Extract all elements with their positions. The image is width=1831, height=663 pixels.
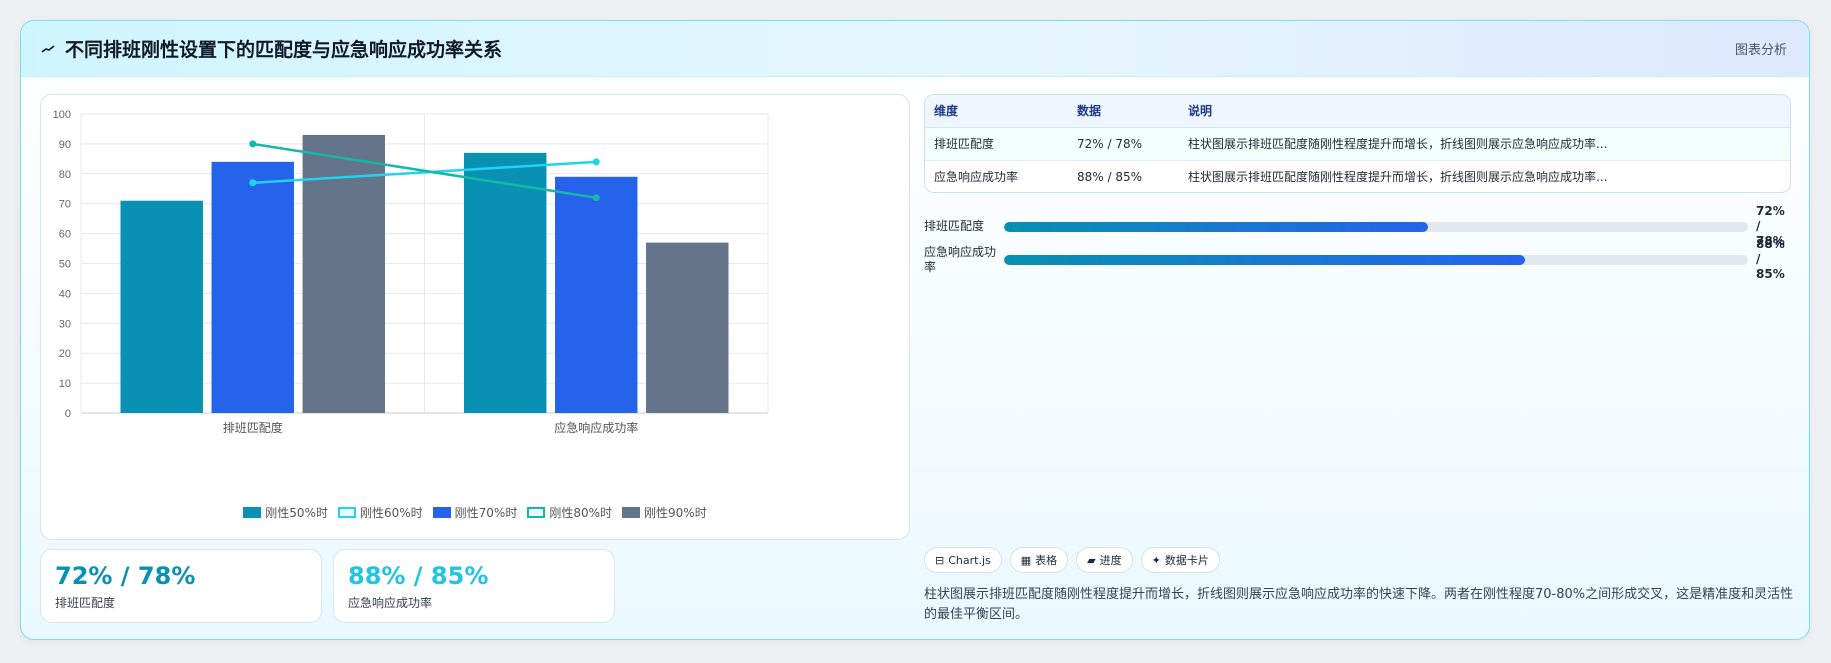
data-table: 维度 数据 说明 排班匹配度 72% / 78% 柱状图展示排班匹配度随刚性程度… (924, 94, 1791, 193)
bar (555, 176, 638, 413)
stat-value: 72% / 78% (55, 562, 196, 590)
x-tick-label: 应急响应成功率 (554, 420, 638, 435)
progress-label: 排班匹配度 (924, 219, 985, 233)
chip-table[interactable]: ▦ 表格 (1009, 547, 1069, 573)
stat-label: 应急响应成功率 (348, 596, 433, 610)
chart-icon: ⊟ (935, 553, 945, 567)
bar (211, 161, 294, 413)
legend-item[interactable]: 刚性50%时 (243, 504, 328, 521)
y-tick-label: 90 (59, 139, 71, 151)
chip-label: 进度 (1099, 554, 1122, 567)
y-tick-label: 50 (59, 259, 71, 271)
table-cell: 柱状图展示排班匹配度随刚性程度提升而增长，折线图则展示应急响应成功率... (1179, 127, 1790, 161)
bar (464, 152, 547, 413)
line-point (249, 140, 257, 148)
legend-label: 刚性60%时 (359, 506, 423, 520)
combo-chart: 0 10 20 30 40 50 60 70 80 90 100 排班匹配度 应急响应成功率 (53, 109, 769, 435)
table-header-row: 维度 数据 说明 (925, 95, 1790, 128)
progress-label: 应急响应成功率 (924, 244, 997, 274)
legend-swatch (432, 507, 451, 518)
legend-item[interactable]: 刚性70%时 (432, 504, 518, 521)
table-cell: 应急响应成功率 (934, 170, 1019, 185)
table-header: 维度 (925, 95, 1068, 128)
progress-track (1004, 254, 1748, 265)
legend-label: 刚性80%时 (549, 506, 613, 520)
table-cell: 柱状图展示排班匹配度随刚性程度提升而增长，折线图则展示应急响应成功率... (1188, 170, 1608, 185)
bar (646, 242, 729, 413)
stat-card-response: 88% / 85% 应急响应成功率 (333, 549, 615, 623)
progress-fill (1004, 254, 1525, 265)
line-point (592, 194, 600, 202)
y-tick-label: 10 (59, 378, 71, 390)
table-cell: 排班匹配度 (925, 127, 1068, 161)
table-row: 应急响应成功率 88% / 85% 柱状图展示排班匹配度随刚性程度提升而增长，折… (925, 160, 1790, 192)
y-tick-label: 80 (59, 169, 71, 181)
x-tick-label: 排班匹配度 (223, 420, 283, 435)
card-header: 不同排班刚性设置下的匹配度与应急响应成功率关系 图表分析 (21, 21, 1809, 77)
legend-swatch (622, 507, 641, 518)
y-tick-label: 20 (59, 348, 71, 360)
legend-item[interactable]: 刚性90%时 (622, 504, 707, 521)
table-icon: ▦ (1020, 553, 1032, 567)
chip-chartjs[interactable]: ⊟ Chart.js (924, 547, 1002, 573)
table-cell: 88% / 85% (1077, 169, 1143, 184)
table-cell: 72% / 78% (1068, 127, 1179, 161)
bar (120, 200, 203, 413)
y-tick-label: 100 (53, 109, 71, 121)
legend-swatch (243, 507, 262, 518)
progress-track (1004, 221, 1748, 232)
legend-label: 刚性50%时 (265, 506, 328, 520)
chip-label: 表格 (1035, 554, 1058, 567)
tech-chips: ⊟ Chart.js ▦ 表格 ▰ 进度 ✦ 数据卡片 (924, 547, 1220, 573)
page-title: 不同排班刚性设置下的匹配度与应急响应成功率关系 (65, 39, 503, 61)
y-tick-label: 70 (59, 199, 71, 211)
chip-progress[interactable]: ▰ 进度 (1076, 547, 1133, 573)
progress-value: 88% / 85% (1756, 237, 1785, 281)
y-tick-label: 30 (59, 318, 71, 330)
chart-analysis-label: 图表分析 (1734, 43, 1787, 58)
chart-legend: 刚性50%时 刚性60%时 刚性70%时 刚性80%时 刚性90%时 (41, 504, 909, 521)
table-header: 数据 (1068, 95, 1179, 128)
chart-panel: 0 10 20 30 40 50 60 70 80 90 100 排班匹配度 应急响应成功率 刚性50%… (40, 94, 910, 540)
stat-value: 88% / 85% (348, 562, 489, 590)
legend-item[interactable]: 刚性80%时 (527, 504, 612, 521)
analysis-card: 不同排班刚性设置下的匹配度与应急响应成功率关系 图表分析 0 10 20 30 40 50… (20, 20, 1810, 640)
table-row: 排班匹配度 72% / 78% 柱状图展示排班匹配度随刚性程度提升而增长，折线图… (925, 127, 1790, 161)
progress-icon: ▰ (1087, 553, 1096, 567)
legend-swatch (337, 507, 356, 518)
legend-item[interactable]: 刚性60%时 (337, 504, 423, 521)
sparkle-icon: ✦ (1151, 553, 1161, 567)
chart-description: 柱状图展示排班匹配度随刚性程度提升而增长，折线图则展示应急响应成功率的快速下降。… (924, 587, 1794, 622)
trend-icon (41, 44, 55, 53)
line-point (249, 179, 257, 187)
chip-data-card[interactable]: ✦ 数据卡片 (1140, 547, 1220, 573)
stat-card-matching: 72% / 78% 排班匹配度 (40, 549, 322, 623)
legend-label: 刚性90%时 (644, 506, 707, 520)
line-point (592, 158, 600, 166)
stat-label: 排班匹配度 (55, 596, 116, 610)
progress-fill (1004, 221, 1429, 232)
legend-label: 刚性70%时 (454, 506, 518, 520)
table-header: 说明 (1179, 95, 1790, 128)
progress-row-response: 应急响应成功率 88% / 85% (924, 237, 1794, 282)
legend-swatch (527, 507, 546, 518)
y-tick-label: 60 (59, 229, 71, 241)
y-tick-label: 0 (65, 408, 71, 420)
chip-label: 数据卡片 (1164, 554, 1209, 567)
y-tick-label: 40 (59, 288, 71, 300)
chip-label: Chart.js (948, 553, 991, 567)
